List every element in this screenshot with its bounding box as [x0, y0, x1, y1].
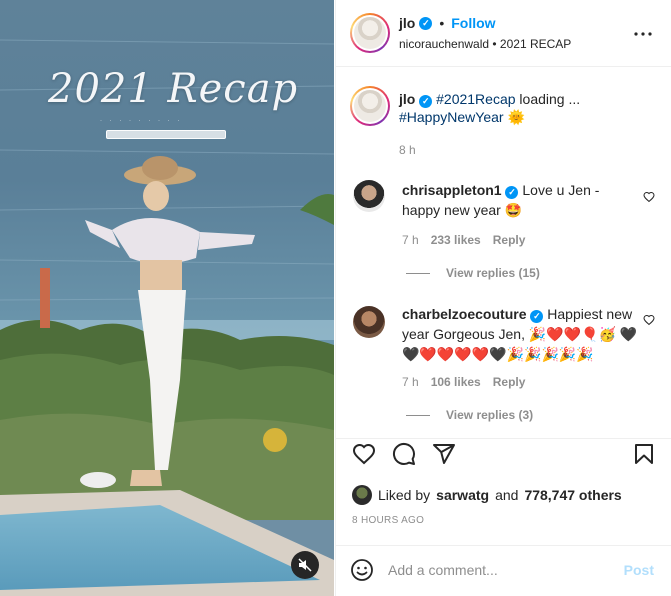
overlay-title: 2021 Recap [48, 66, 299, 112]
comment-time[interactable]: 7 h [402, 233, 419, 247]
author-username[interactable]: jlo [399, 15, 415, 31]
commenter-username[interactable]: charbelzoecouture [402, 306, 526, 322]
likes-count[interactable]: 778,747 others [524, 487, 621, 503]
comment-time[interactable]: 7 h [402, 375, 419, 389]
add-comment-bar: Post [336, 545, 671, 596]
more-horizontal-icon [634, 32, 652, 36]
comment-text: charbelzoecouture ✓ Happiest new year Go… [402, 304, 638, 364]
commenter-avatar[interactable] [353, 306, 385, 338]
header-dot: • [439, 15, 445, 31]
verified-badge-icon: ✓ [530, 309, 544, 323]
reply-button[interactable]: Reply [493, 375, 526, 389]
liked-user[interactable]: sarwatg [436, 487, 489, 503]
liked-by-row: Liked by sarwatg and 778,747 others [352, 485, 622, 505]
caption-time[interactable]: 8 h [399, 143, 416, 157]
comment-meta: 7 h 233 likes Reply [402, 233, 525, 247]
commenter-avatar[interactable] [353, 180, 385, 212]
mute-button[interactable] [291, 551, 319, 579]
more-options-button[interactable] [634, 25, 652, 36]
author-avatar[interactable] [350, 13, 390, 53]
verified-badge-icon: ✓ [419, 16, 433, 30]
emoji-icon[interactable] [350, 558, 374, 582]
comment-input[interactable] [388, 559, 608, 581]
post-actions: Liked by sarwatg and 778,747 others 8 HO… [336, 438, 671, 538]
post-timestamp[interactable]: 8 HOURS AGO [352, 515, 424, 526]
view-replies-button[interactable]: View replies (3) [406, 408, 533, 422]
caption-avatar[interactable] [350, 86, 390, 126]
post-header: jlo ✓ • Follow nicorauchenwald • 2021 RE… [336, 0, 671, 67]
post-caption: jlo ✓ #2021Recap loading ... #HappyNewYe… [399, 90, 649, 126]
send-icon[interactable] [432, 442, 456, 466]
bookmark-icon[interactable] [632, 442, 656, 466]
comment-like-icon[interactable] [643, 314, 655, 326]
hashtag-link[interactable]: #HappyNewYear [399, 109, 504, 125]
commenter-username[interactable]: chrisappleton1 [402, 182, 502, 198]
reply-button[interactable]: Reply [493, 233, 526, 247]
heart-icon[interactable] [352, 442, 376, 466]
post-panel: jlo ✓ • Follow nicorauchenwald • 2021 RE… [335, 0, 671, 596]
liked-and: and [495, 487, 519, 503]
overlay-subtitle: · · · · · · · · · [100, 118, 183, 124]
caption-text: loading ... [515, 91, 581, 107]
comment-like-icon[interactable] [643, 191, 655, 203]
comment-meta: 7 h 106 likes Reply [402, 375, 525, 389]
follow-button[interactable]: Follow [451, 15, 495, 31]
view-replies-label: View replies (3) [446, 408, 534, 422]
speaker-muted-icon [298, 558, 312, 572]
liked-prefix: Liked by [378, 487, 431, 503]
comments-list[interactable]: jlo ✓ #2021Recap loading ... #HappyNewYe… [336, 68, 671, 438]
comment-text: chrisappleton1 ✓ Love u Jen - happy new … [402, 180, 638, 220]
verified-badge-icon: ✓ [505, 185, 519, 199]
hashtag-link[interactable]: #2021Recap [436, 91, 515, 107]
liker-avatar[interactable] [352, 485, 372, 505]
comment-icon[interactable] [392, 442, 416, 466]
comment-likes[interactable]: 106 likes [431, 375, 481, 389]
view-replies-button[interactable]: View replies (15) [406, 266, 540, 280]
verified-badge-icon: ✓ [419, 94, 433, 108]
caption-emoji: 🌞 [507, 109, 525, 125]
caption-username[interactable]: jlo [399, 91, 415, 107]
post-comment-button[interactable]: Post [624, 562, 654, 578]
view-replies-label: View replies (15) [446, 266, 540, 280]
overlay-bar [106, 130, 226, 139]
post-video[interactable]: 2021 Recap · · · · · · · · · [0, 0, 334, 596]
post-subtitle[interactable]: nicorauchenwald • 2021 RECAP [399, 37, 571, 51]
comment-likes[interactable]: 233 likes [431, 233, 481, 247]
